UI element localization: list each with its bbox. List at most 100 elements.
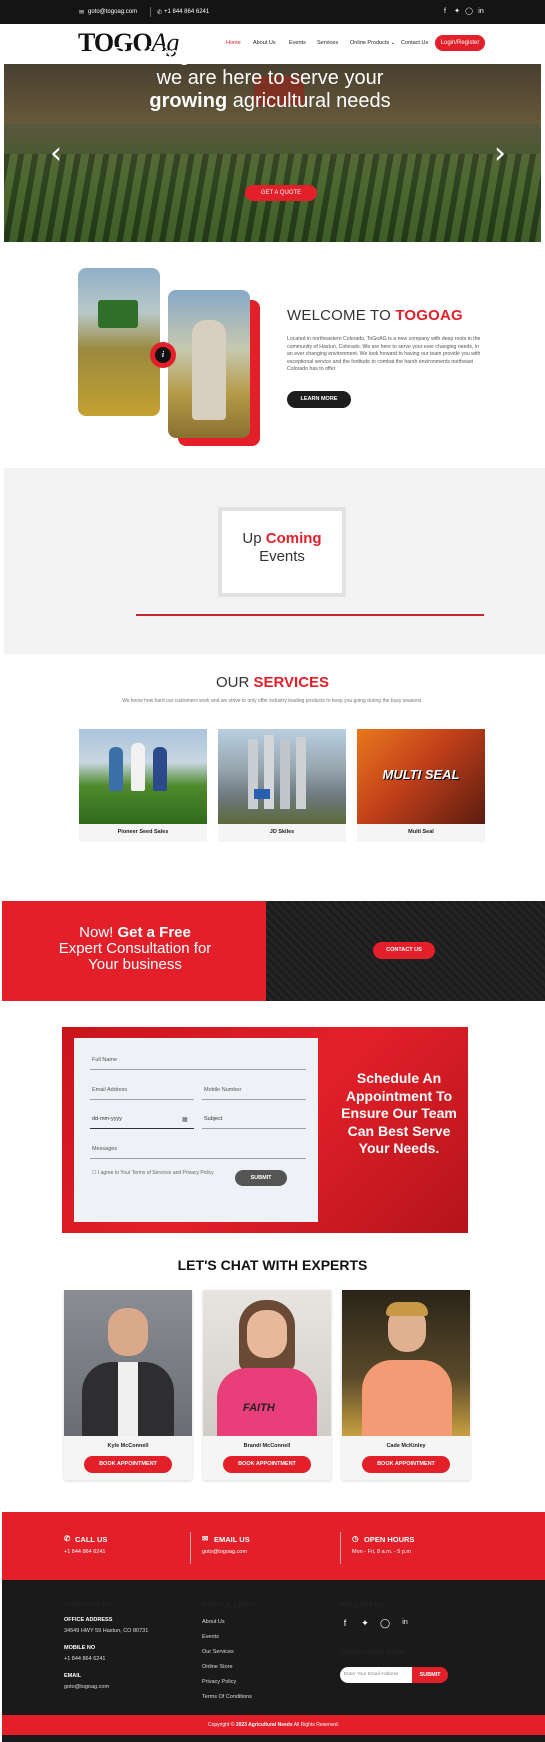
contact-divider [190,1532,191,1564]
silo-shape [296,737,306,809]
info-icon[interactable]: i [155,347,171,363]
terms-label: I agree to Your Terms of Services and Pr… [97,1170,214,1176]
mobile-value[interactable]: +1 844 864 6241 [64,1656,105,1662]
get-a-quote-button[interactable]: GET A QUOTE [245,185,317,201]
hero-line1-b: Northeastern [216,44,342,66]
schedule-text: Schedule An Appointment To Ensure Our Te… [341,1070,457,1156]
carousel-prev-icon[interactable]: ‹ [50,136,62,171]
footer-link-terms[interactable]: Terms Of Conditions [202,1694,252,1700]
clock-icon: ◷ [352,1534,359,1543]
events-title-b: Coming [265,530,322,547]
consult-line1-a: Now! [79,924,118,941]
facebook-icon[interactable]: f [441,8,449,16]
person-figure [131,743,145,791]
instagram-icon[interactable]: ◯ [380,1618,390,1628]
topbar-phone[interactable]: +1 844 864 6241 [164,9,209,15]
multi-seal-logo-text: MULTI SEAL [382,767,460,782]
kyle-photo [64,1290,192,1436]
email-us-value[interactable]: goto@togoag.com [202,1549,247,1555]
expert-card-kyle: Kyle McConnell BOOK APPOINTMENT [64,1290,192,1480]
carousel-next-icon[interactable]: › [494,136,506,171]
consult-line3: Your business [88,956,182,973]
book-appointment-button[interactable]: BOOK APPOINTMENT [362,1456,450,1473]
form-submit-button[interactable]: SUBMIT [235,1170,287,1186]
book-appointment-button[interactable]: BOOK APPOINTMENT [223,1456,311,1473]
email-label: EMAIL [64,1673,82,1679]
jd-skiles-image [218,729,346,824]
farmer-figure [192,320,226,420]
multi-seal-image: MULTI SEAL [357,729,485,824]
copyright-b: 2023 Agricultural Needs [235,1722,293,1728]
expert-name: Brandi McConnell [243,1443,291,1449]
full-name-field[interactable]: Full Name [92,1057,117,1063]
cade-photo [342,1290,470,1436]
hero-line2: we are here to serve your [156,67,384,89]
contact-divider [340,1532,341,1564]
face-shape [247,1310,287,1358]
hero-line1-a: Residing in [112,44,217,66]
subscribe-button[interactable]: SUBMIT [412,1667,448,1683]
shirt-shape [118,1362,138,1436]
copyright-c: All Rights Reserved. [292,1722,340,1728]
service-card-pioneer[interactable]: Pioneer Seed Sales [79,729,207,842]
linkedin-icon[interactable]: in [477,8,485,16]
footer-link-events[interactable]: Events [202,1634,219,1640]
copyright-a: Copyright © [207,1722,236,1728]
hair-shape [386,1302,428,1316]
consult-line1-b: Get a Free [117,924,191,941]
person-figure [153,747,167,791]
field-underline [202,1099,306,1100]
twitter-icon[interactable]: ✦ [360,1618,370,1628]
open-hours-label: OPEN HOURS [364,1535,415,1544]
events-title-a: Up [242,530,266,547]
expert-card-cade: Cade McKinley BOOK APPOINTMENT [342,1290,470,1480]
messages-field[interactable]: Messages [92,1146,117,1152]
footer-link-store[interactable]: Online Store [202,1664,233,1670]
expert-card-brandi: FAITH Brandi McConnell BOOK APPOINTMENT [203,1290,331,1480]
date-field[interactable]: dd-mm-yyyy [92,1116,122,1122]
appointment-form [74,1038,318,1222]
linkedin-icon[interactable]: in [400,1618,410,1628]
footer-link-about[interactable]: About Us [202,1619,225,1625]
subscribe-title: SUBSCRIBE NOW [340,1648,405,1657]
mail-icon: ✉ [79,10,85,16]
email-field[interactable]: Email Address [92,1087,127,1093]
call-us-value[interactable]: +1 844 864 6241 [64,1549,105,1555]
terms-checkbox[interactable]: ☐ I agree to Your Terms of Services and … [92,1170,222,1177]
tractor-photo [78,268,160,416]
footer-link-services[interactable]: Our Services [202,1649,234,1655]
calendar-icon[interactable]: ▦ [182,1116,188,1123]
facebook-icon[interactable]: f [340,1618,350,1628]
expert-name: Cade McKinley [386,1443,426,1449]
learn-more-button[interactable]: LEARN MORE [287,391,351,408]
service-card-multi-seal[interactable]: MULTI SEAL Multi Seal [357,729,485,842]
hero-line1-c: Colorado [341,44,428,66]
email-us-label: EMAIL US [214,1535,250,1544]
topbar-email[interactable]: goto@togoag.com [88,9,137,15]
hero-line3-a: growing [149,90,228,112]
service-label: Multi Seal [408,829,434,835]
footer-link-privacy[interactable]: Privacy Policy [202,1679,236,1685]
twitter-icon[interactable]: ✦ [453,8,461,16]
contact-bar [2,1512,545,1580]
call-us-label: CALL US [75,1535,108,1544]
contact-us-button[interactable]: CONTACT US [373,942,435,959]
instagram-icon[interactable]: ◯ [465,8,473,16]
service-card-jd-skiles[interactable]: JD Skiles [218,729,346,842]
services-title: OUR SERVICES [0,674,545,691]
email-value[interactable]: goto@togoag.com [64,1684,109,1690]
subscribe-email-input[interactable]: Enter Your Email Address [340,1667,412,1683]
events-title-c: Events [259,548,305,565]
copyright-text: Copyright © 2023 Agricultural Needs All … [2,1722,545,1728]
subject-field[interactable]: Subject [204,1116,222,1122]
mobile-field[interactable]: Mobile Number [204,1087,241,1093]
pump-shape [254,789,270,799]
expert-name: Kyle McConnell [107,1443,149,1449]
top-bar: ✉ goto@togoag.com ✆ +1 844 864 6241 f ✦ … [0,0,545,24]
field-underline [90,1128,194,1129]
field-underline [90,1099,194,1100]
book-appointment-button[interactable]: BOOK APPOINTMENT [84,1456,172,1473]
field-underline [202,1128,306,1129]
events-title: Up Coming Events [218,530,346,566]
hero-headline: Residing in Northeastern Colorado we are… [60,44,480,113]
